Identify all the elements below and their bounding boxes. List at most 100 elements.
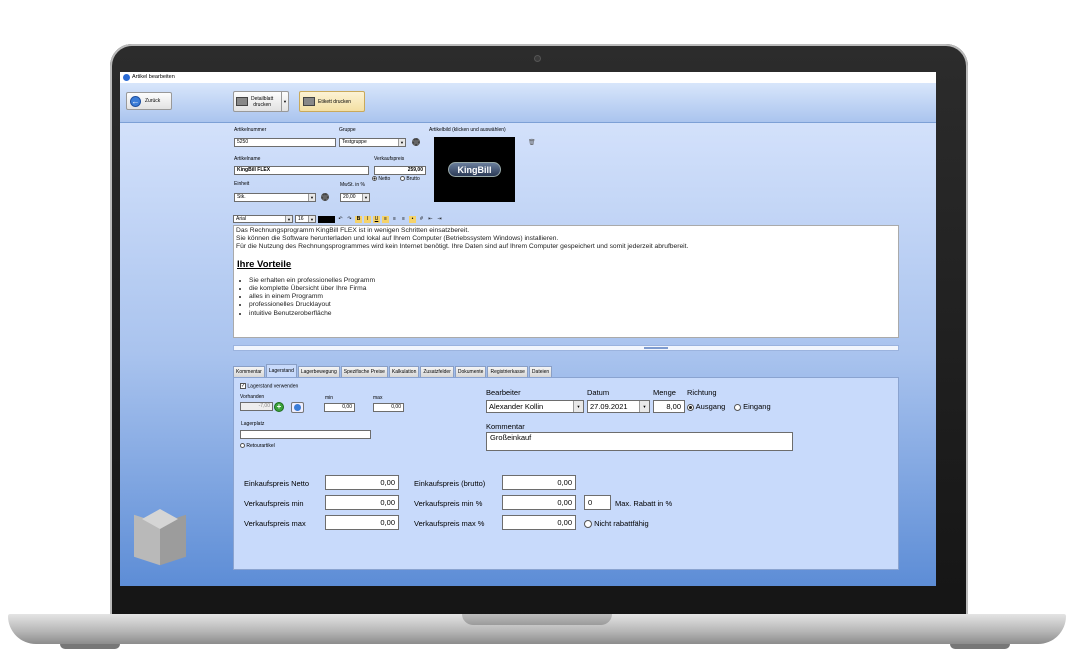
brutto-radio[interactable]: Brutto: [400, 176, 420, 182]
location-input[interactable]: [240, 430, 371, 439]
description-line: Das Rechnungsprogramm KingBill FLEX ist …: [236, 227, 470, 234]
tab-dateien[interactable]: Dateien: [528, 366, 553, 377]
price-input[interactable]: 259,00: [374, 166, 426, 175]
sale-max-pct-input[interactable]: 0,00: [502, 515, 576, 530]
use-stock-checkbox[interactable]: ✓ Lagerstand verwenden: [240, 383, 298, 389]
splitter[interactable]: [233, 345, 899, 351]
comment-input[interactable]: Großeinkauf: [486, 432, 793, 451]
printer-icon: [236, 97, 248, 106]
add-stock-icon[interactable]: +: [274, 402, 284, 412]
tab-lagerbewegung[interactable]: Lagerbewegung: [297, 366, 340, 377]
netto-radio[interactable]: Netto: [372, 176, 390, 182]
available-label: Vorhanden: [240, 394, 265, 400]
name-label: Artikelname: [234, 156, 261, 162]
date-select[interactable]: 27.09.2021 ▼: [587, 400, 650, 413]
bold-icon[interactable]: B: [355, 215, 362, 223]
history-button[interactable]: [291, 402, 304, 413]
tab-kommentar[interactable]: Kommentar: [233, 366, 265, 377]
group-label: Gruppe: [339, 127, 356, 133]
unit-value: Stk.: [237, 194, 246, 200]
sale-min-label: Verkaufspreis min: [244, 499, 304, 508]
sale-min-pct-input[interactable]: 0,00: [502, 495, 576, 510]
history-icon: [294, 404, 301, 411]
purchase-gross-label: Einkaufspreis (brutto): [414, 479, 486, 488]
align-center-icon[interactable]: ≡: [391, 216, 398, 223]
article-number-label: Artikelnummer: [234, 127, 267, 133]
description-editor[interactable]: Das Rechnungsprogramm KingBill FLEX ist …: [233, 225, 899, 338]
sale-max-input[interactable]: 0,00: [325, 515, 399, 530]
tab-lagerstand[interactable]: Lagerstand: [265, 364, 297, 377]
gear-icon[interactable]: [412, 138, 420, 146]
no-discount-radio[interactable]: Nicht rabattfähig: [584, 519, 649, 529]
print-label-button[interactable]: Etikett drucken: [299, 91, 365, 112]
laptop-mockup: Artikel bearbeiten ← Zurück Detailblatt d…: [0, 0, 1072, 669]
color-picker[interactable]: [318, 215, 335, 223]
group-value: Testgruppe: [342, 139, 367, 145]
underline-icon[interactable]: U: [373, 215, 380, 223]
chevron-down-icon: ▼: [573, 401, 583, 412]
print-dropdown-icon[interactable]: ▼: [281, 92, 288, 111]
out-radio[interactable]: Ausgang: [687, 402, 725, 411]
vat-select[interactable]: 20,00 ▼: [340, 193, 370, 202]
tab-kalkulation[interactable]: Kalkulation: [388, 366, 420, 377]
max-input[interactable]: 0,00: [373, 403, 404, 412]
comment-label: Kommentar: [486, 422, 525, 431]
group-select[interactable]: Testgruppe ▼: [339, 138, 406, 147]
box-icon: [134, 509, 186, 566]
splitter-grip: [644, 347, 668, 349]
numbered-list-icon[interactable]: #: [418, 216, 425, 223]
vat-label: MwSt. in %: [340, 182, 366, 188]
description-heading: Ihre Vorteile: [237, 258, 292, 270]
back-button[interactable]: ← Zurück: [126, 92, 172, 110]
kingbill-logo: KingBill: [448, 162, 501, 177]
radio-icon: [734, 403, 741, 411]
trash-icon[interactable]: 🗑: [528, 139, 536, 146]
print-label-label: Etikett drucken: [318, 98, 352, 105]
outdent-icon[interactable]: ⇤: [427, 216, 434, 223]
min-input[interactable]: 0,00: [324, 403, 355, 412]
in-radio[interactable]: Eingang: [734, 402, 771, 411]
purchase-gross-input[interactable]: 0,00: [502, 475, 576, 490]
date-label: Datum: [587, 388, 610, 397]
editor-select[interactable]: Alexander Kollin ▼: [486, 400, 584, 413]
align-left-icon[interactable]: ≡: [382, 215, 389, 223]
print-sheet-button[interactable]: Detailblatt drucken ▼: [233, 91, 289, 112]
main-content: Artikelnummer 5250 Gruppe Testgruppe ▼ Ar…: [120, 123, 936, 586]
italic-icon[interactable]: I: [364, 215, 371, 223]
max-discount-input[interactable]: 0: [584, 495, 611, 510]
out-label: Ausgang: [695, 402, 726, 411]
font-select[interactable]: Arial ▼: [233, 215, 293, 223]
location-label: Lagerplatz: [241, 421, 265, 427]
article-number-input[interactable]: 5250: [234, 138, 336, 147]
tab-registrierkasse[interactable]: Registrierkasse: [487, 366, 528, 377]
qty-input[interactable]: 8,00: [653, 400, 685, 413]
description-line: Sie können die Software herunterladen un…: [236, 235, 559, 243]
return-radio[interactable]: Retourartikel: [240, 443, 275, 449]
radio-icon: [240, 443, 245, 449]
tab-spezifische-preise[interactable]: Spezifische Preise: [340, 366, 388, 377]
undo-icon[interactable]: ↶: [337, 216, 344, 223]
netto-label: Netto: [378, 176, 391, 182]
editor-label: Bearbeiter: [486, 388, 521, 397]
gear-icon[interactable]: [321, 193, 329, 201]
unit-select[interactable]: Stk. ▼: [234, 193, 316, 202]
size-select[interactable]: 16 ▼: [295, 215, 316, 223]
app-icon: [123, 74, 130, 81]
name-input[interactable]: KingBill FLEX: [234, 166, 369, 175]
radio-icon: [584, 520, 592, 529]
checkbox-icon: ✓: [240, 383, 246, 389]
tab-dokumente[interactable]: Dokumente: [454, 366, 487, 377]
article-image[interactable]: KingBill: [434, 137, 515, 202]
bullet-list-icon[interactable]: •: [409, 215, 416, 223]
radio-icon: [400, 176, 405, 182]
sale-min-input[interactable]: 0,00: [325, 495, 399, 510]
unit-label: Einheit: [234, 181, 250, 187]
align-right-icon[interactable]: ≡: [400, 216, 407, 223]
back-label: Zurück: [145, 98, 161, 104]
redo-icon[interactable]: ↷: [346, 216, 353, 223]
tab-zusatzfelder[interactable]: Zusatzfelder: [420, 366, 454, 377]
in-label: Eingang: [743, 402, 771, 411]
list-item: Sie erhalten ein professionelles Program…: [249, 277, 896, 285]
purchase-net-input[interactable]: 0,00: [325, 475, 399, 490]
indent-icon[interactable]: ⇥: [436, 216, 443, 223]
